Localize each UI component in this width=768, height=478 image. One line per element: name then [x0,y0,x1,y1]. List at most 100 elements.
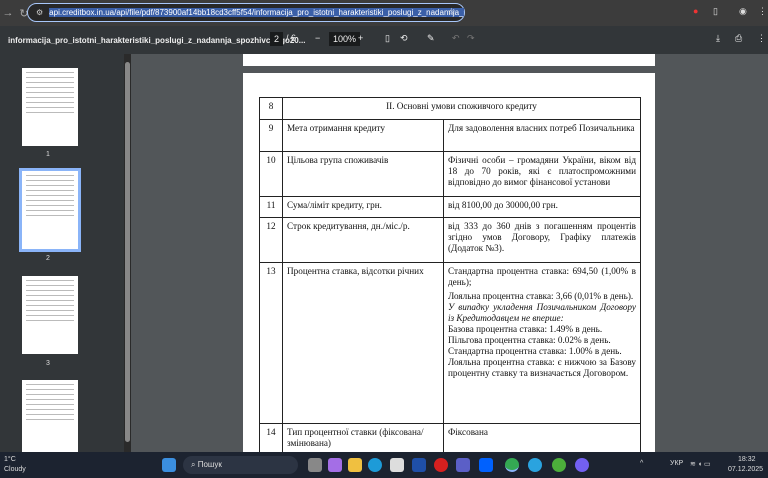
sidebar-scrollbar[interactable] [124,54,131,452]
value-line: Фіксована [448,427,489,437]
zoom-in-button[interactable]: + [358,33,363,43]
telegram-icon[interactable] [528,458,542,472]
row-number: 9 [259,119,283,152]
row-label: Процентна ставка, відсотки річних [282,262,444,424]
table-row: 13 Процентна ставка, відсотки річних Станд… [259,262,641,424]
value-line: від 8100,00 до 30000,00 грн. [448,200,558,210]
undo-icon[interactable]: ↶ [452,33,460,44]
search-placeholder: Пошук [197,460,222,469]
row-number: 13 [259,262,283,424]
download-icon[interactable]: ⤓ [716,33,720,44]
search-box[interactable]: ⌕ Пошук [183,456,298,474]
document-title: informacija_pro_istotni_harakteristiki_p… [8,35,306,45]
value-line: Лояльна процентна ставка: є нижчою за Ба… [448,357,636,378]
bookmark-star-icon[interactable]: ☆ [447,7,456,18]
thumbnail-page[interactable] [22,380,78,452]
table-row: 8 II. Основні умови споживчого кредиту [259,97,641,120]
edge-icon[interactable] [368,458,382,472]
language-indicator[interactable]: УКР [670,460,683,467]
value-line: Базова процентна ставка: 1.49% в день. [448,324,603,334]
redo-icon[interactable]: ↷ [467,33,475,44]
search-icon: ⌕ [191,460,198,469]
utorrent-icon[interactable] [552,458,566,472]
row-value: Стандартна процентна ставка: 694,50 (1,0… [443,262,641,424]
file-explorer-icon[interactable] [348,458,362,472]
thumbnail-label: 3 [46,360,50,367]
row-label: Мета отримання кредиту [282,119,444,152]
adblock-icon[interactable]: ● [693,6,698,16]
store-icon[interactable] [390,458,404,472]
row-label: Тип процентної ставки (фіксована/змінюва… [282,423,444,454]
row-number: 8 [259,97,283,120]
row-label: Строк кредитування, дн./міс./р. [282,217,444,263]
row-value: від 333 до 360 днів з погашенням процент… [443,217,641,263]
table-row: 10 Цільова група споживачів Фізичні особи … [259,151,641,197]
annotate-icon[interactable]: ✎ [427,33,435,44]
thumbnail-sidebar: 1 2 3 [0,54,124,452]
table-row: 12 Строк кредитування, дн./міс./р. від 333… [259,217,641,263]
forward-icon[interactable]: → [0,7,16,19]
chevron-up-icon[interactable]: ^ [640,460,643,467]
value-line: У випадку укладення Позичальником Догово… [448,302,636,323]
teams-icon[interactable] [456,458,470,472]
section-header: II. Основні умови споживчого кредиту [282,97,641,120]
value-line: Стандартна процентна ставка: 1.00% в ден… [448,346,622,356]
dropbox-icon[interactable] [479,458,493,472]
print-icon[interactable]: ⎙ [735,33,742,44]
value-line: Стандартна процентна ставка: 694,50 (1,0… [448,266,636,287]
url-text[interactable]: api.creditbox.in.ua/api/file/pdf/873900a… [49,8,464,17]
row-label: Цільова група споживачів [282,151,444,197]
viber-icon[interactable] [575,458,589,472]
rotate-icon[interactable]: ⟲ [400,33,408,44]
row-label: Сума/ліміт кредиту, грн. [282,196,444,218]
page-total: / 6 [286,33,297,43]
table-row: 11 Сума/ліміт кредиту, грн. від 8100,00 до… [259,196,641,218]
zoom-level[interactable]: 100% [329,32,361,46]
weather-text[interactable]: Cloudy [4,466,26,473]
network-icon[interactable]: ≋ ◖ ▭ [690,460,711,468]
copilot-icon[interactable] [328,458,342,472]
site-info-icon[interactable]: ⚙ [36,8,43,17]
menu-icon[interactable]: ⋮ [758,6,767,17]
thumbnail-page[interactable] [22,276,78,354]
taskbar: 1°C Cloudy ⌕ Пошук ^ УКР ≋ ◖ ▭ 18:32 07.… [0,452,768,478]
fit-page-icon[interactable]: ▯ [385,33,390,44]
value-line: Для задоволення власних потреб Позичальн… [448,123,635,133]
row-value: Фізичні особи – громадяни України, віком… [443,151,641,197]
thumbnail-page[interactable] [22,68,78,146]
thumbnail-page[interactable] [19,168,81,252]
more-icon[interactable]: ⋮ [757,33,766,44]
credit-terms-table: 8 II. Основні умови споживчого кредиту 9 Ме… [259,97,641,454]
extensions-icon[interactable]: ▯ [713,6,718,17]
row-value: Для задоволення власних потреб Позичальн… [443,119,641,152]
pdf-page-previous [243,54,655,66]
value-line: від 333 до 360 днів з погашенням процент… [448,221,636,253]
opera-icon[interactable] [434,458,448,472]
row-number: 12 [259,217,283,263]
l-app-icon[interactable] [412,458,426,472]
chrome-icon[interactable] [505,458,519,472]
browser-toolbar: → ↻ ⚙ api.creditbox.in.ua/api/file/pdf/8… [0,0,768,26]
start-icon[interactable] [162,458,176,472]
task-view-icon[interactable] [308,458,322,472]
value-line: Лояльна процентна ставка: 3,66 (0,01% в … [448,291,634,301]
weather-temp[interactable]: 1°C [4,456,16,463]
zoom-out-button[interactable]: − [315,33,320,43]
value-line: Пільгова процентна ставка: 0.02% в день. [448,335,611,345]
row-number: 14 [259,423,283,454]
clock-time[interactable]: 18:32 [738,456,756,463]
table-row: 9 Мета отримання кредиту Для задоволення в… [259,119,641,152]
clock-date[interactable]: 07.12.2025 [728,466,763,473]
value-line: Фізичні особи – громадяни України, віком… [448,155,636,187]
avatar[interactable]: ◉ [739,6,747,17]
row-value: від 8100,00 до 30000,00 грн. [443,196,641,218]
address-bar[interactable]: ⚙ api.creditbox.in.ua/api/file/pdf/87390… [27,3,465,22]
table-row: 14 Тип процентної ставки (фіксована/зміню… [259,423,641,454]
thumbnail-label: 1 [46,151,50,158]
page-number-input[interactable]: 2 [270,32,284,46]
thumbnail-label: 2 [46,255,50,262]
row-value: Фіксована [443,423,641,454]
row-number: 11 [259,196,283,218]
row-number: 10 [259,151,283,197]
pdf-toolbar: informacija_pro_istotni_harakteristiki_p… [0,26,768,54]
